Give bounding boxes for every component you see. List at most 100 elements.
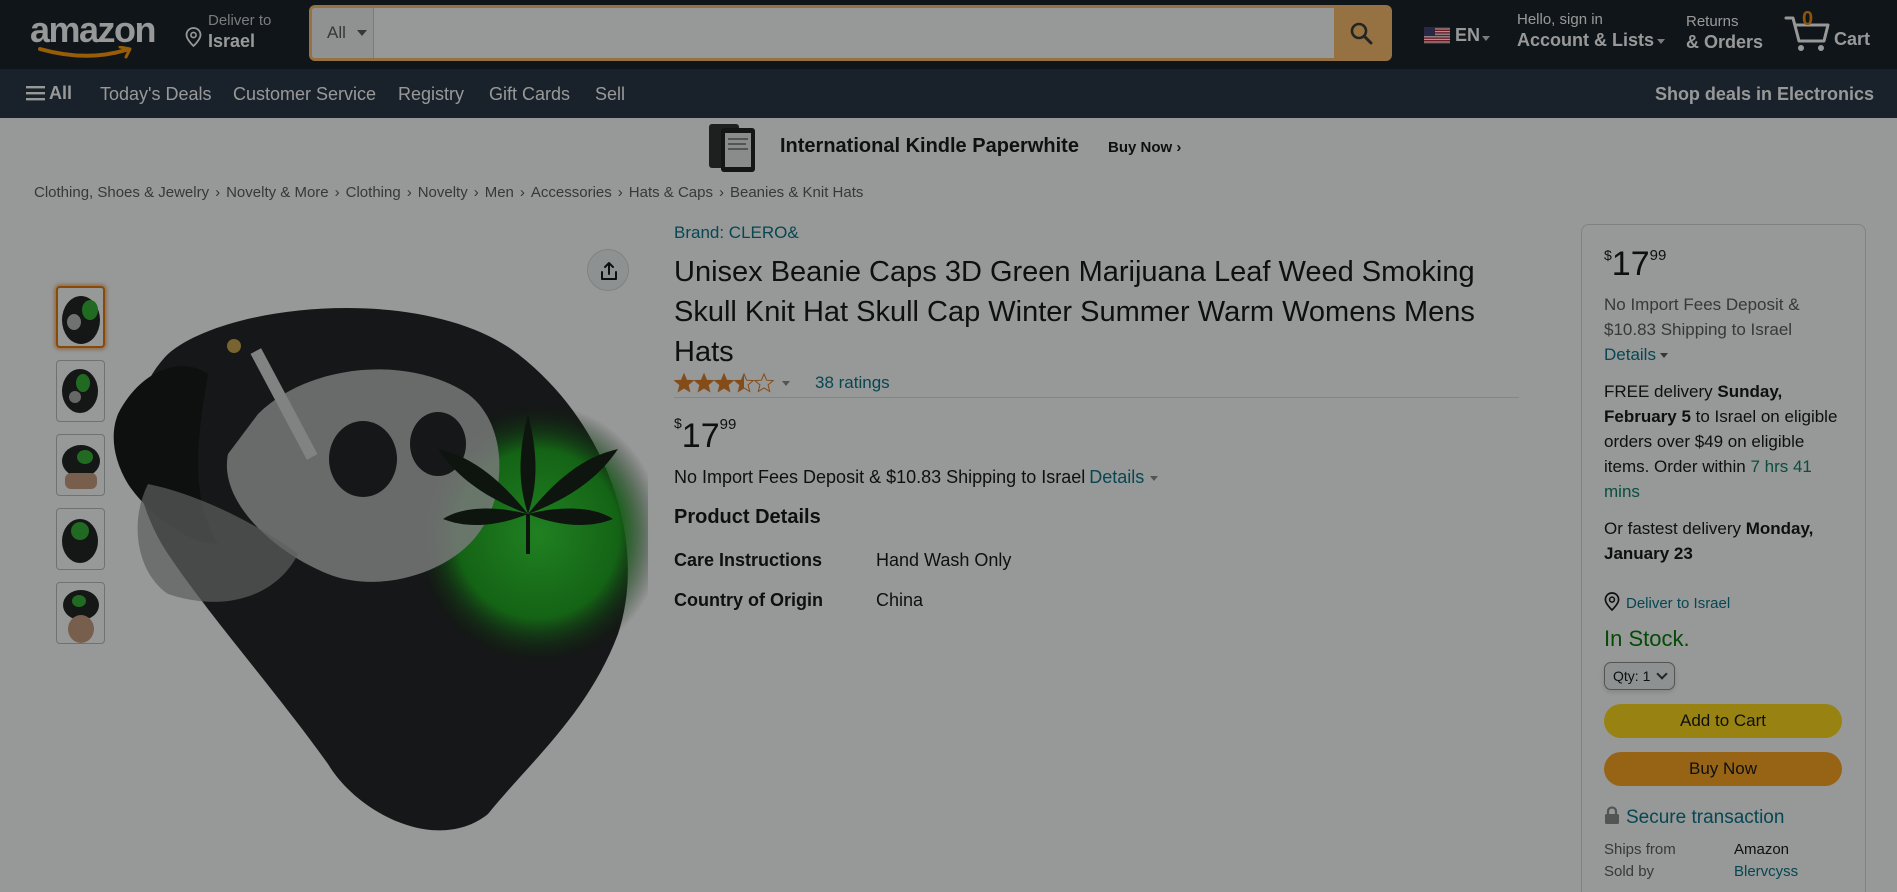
amazon-logo[interactable]: amazon — [30, 9, 157, 59]
nav-link-todays-deals[interactable]: Today's Deals — [100, 84, 212, 105]
beanie-thumbnail-image — [62, 296, 100, 344]
breadcrumb-item[interactable]: Novelty — [418, 184, 468, 201]
share-icon — [601, 262, 617, 280]
breadcrumb-item[interactable]: Clothing, Shoes & Jewelry — [34, 184, 209, 201]
thumbnail-4[interactable] — [56, 508, 105, 570]
main-product-image[interactable] — [108, 294, 648, 834]
brand-link[interactable]: Brand: CLERO& — [674, 223, 1519, 243]
fastest-prefix: Or fastest delivery — [1604, 519, 1746, 538]
beanie-thumbnail-image — [62, 369, 98, 413]
price-fraction: 99 — [719, 416, 737, 433]
search-bar: All — [309, 5, 1392, 61]
price-fraction: 99 — [1649, 247, 1667, 264]
deliver-to-label: Deliver to Israel — [1626, 595, 1731, 612]
top-nav: amazon Deliver to Israel All EN Hello, s… — [0, 0, 1897, 69]
search-button[interactable] — [1334, 8, 1389, 58]
chevron-down-icon[interactable] — [782, 381, 790, 386]
sold-by-label: Sold by — [1604, 863, 1655, 880]
account-lists-label: Account & Lists — [1517, 30, 1666, 51]
add-to-cart-button[interactable]: Add to Cart — [1604, 704, 1842, 738]
price-symbol: $ — [674, 415, 682, 431]
lock-icon — [1605, 806, 1619, 824]
breadcrumb-item[interactable]: Clothing — [346, 184, 401, 201]
detail-value: Hand Wash Only — [876, 550, 1012, 570]
star-icon — [734, 373, 754, 392]
nav-deals-electronics[interactable]: Shop deals in Electronics — [1655, 84, 1874, 105]
nav-link-customer-service[interactable]: Customer Service — [233, 84, 376, 105]
buy-box: $1799 No Import Fees Deposit & $10.83 Sh… — [1581, 224, 1866, 892]
breadcrumb-item[interactable]: Hats & Caps — [629, 184, 713, 201]
buybox-price: $1799 — [1604, 245, 1847, 284]
chevron-down-icon — [1659, 353, 1668, 359]
beanie-thumbnail-image — [62, 445, 100, 489]
search-category-label: All — [327, 23, 346, 42]
returns-label: Returns — [1686, 13, 1739, 30]
buy-now-button[interactable]: Buy Now — [1604, 752, 1842, 786]
thumbnail-1[interactable] — [56, 286, 105, 348]
delivery-info: FREE delivery Sunday, February 5 to Isra… — [1604, 379, 1847, 504]
nav-link-gift-cards[interactable]: Gift Cards — [489, 84, 570, 105]
secure-transaction[interactable]: Secure transaction — [1604, 806, 1847, 829]
breadcrumb-separator: › — [718, 184, 724, 201]
rating-row: 38 ratings — [674, 370, 1519, 398]
nav-link-sell[interactable]: Sell — [595, 84, 625, 105]
nav-link-registry[interactable]: Registry — [398, 84, 464, 105]
logo-text: amazon — [30, 9, 157, 50]
breadcrumb-separator: › — [406, 184, 412, 201]
product-title: Unisex Beanie Caps 3D Green Marijuana Le… — [674, 256, 1475, 368]
share-button[interactable] — [587, 249, 629, 291]
fastest-delivery: Or fastest delivery Monday, January 23 — [1604, 516, 1847, 566]
breadcrumb-item[interactable]: Beanies & Knit Hats — [730, 184, 863, 201]
chevron-down-icon — [1656, 668, 1669, 680]
all-menu-button[interactable]: All — [26, 83, 72, 104]
thumbnail-2[interactable] — [56, 360, 105, 422]
price-whole: 17 — [1611, 245, 1650, 283]
banner-buy-now[interactable]: Buy Now › — [1108, 139, 1181, 156]
search-icon — [1350, 22, 1373, 45]
price-whole: 17 — [681, 417, 720, 455]
sold-by-value[interactable]: Blervcyss — [1734, 863, 1798, 880]
import-fees: No Import Fees Deposit & $10.83 Shipping… — [674, 467, 1159, 488]
chevron-down-icon — [1482, 36, 1490, 41]
detail-row: Country of Origin China — [674, 590, 923, 611]
price-symbol: $ — [1604, 247, 1612, 263]
search-category-select[interactable]: All — [312, 8, 374, 58]
all-menu-label: All — [49, 83, 73, 103]
product-info: Brand: CLERO& Unisex Beanie Caps 3D Gree… — [674, 223, 1519, 610]
breadcrumb-separator: › — [334, 184, 340, 201]
chevron-down-icon — [1657, 38, 1666, 44]
thumbnail-3[interactable] — [56, 434, 105, 496]
orders-label: & Orders — [1686, 32, 1764, 52]
breadcrumb-item[interactable]: Accessories — [531, 184, 612, 201]
cart-button[interactable]: 0 Cart — [1784, 8, 1884, 58]
star-icon — [714, 373, 734, 392]
breadcrumb-item[interactable]: Novelty & More — [226, 184, 329, 201]
beanie-thumbnail-image — [62, 519, 98, 563]
breadcrumb-item[interactable]: Men — [485, 184, 514, 201]
qty-value: 1 — [1642, 668, 1651, 684]
language-code: EN — [1455, 25, 1481, 45]
breadcrumb-separator: › — [473, 184, 479, 201]
account-menu[interactable]: Hello, sign in Account & Lists — [1517, 11, 1666, 51]
logo-smile-icon — [38, 46, 132, 59]
buybox-details-link[interactable]: Details — [1604, 345, 1656, 364]
search-input[interactable] — [374, 8, 1334, 58]
chevron-down-icon — [357, 30, 367, 36]
quantity-select[interactable]: Qty: 1 — [1604, 662, 1676, 690]
location-pin-icon — [185, 27, 202, 47]
qty-label: Qty: — [1613, 668, 1639, 684]
detail-value: China — [876, 590, 924, 610]
star-icon — [694, 373, 714, 392]
returns-orders[interactable]: Returns & Orders — [1686, 13, 1763, 53]
quantity-row: Qty: 1 — [1604, 662, 1847, 690]
import-fees-text: No Import Fees Deposit & $10.83 Shipping… — [674, 467, 1086, 487]
breadcrumb-separator: › — [617, 184, 623, 201]
ratings-count-link[interactable]: 38 ratings — [815, 373, 890, 393]
fees-details-link[interactable]: Details — [1089, 467, 1144, 487]
sub-nav: All Today's Deals Customer Service Regis… — [0, 69, 1897, 118]
star-rating[interactable] — [674, 372, 778, 394]
secure-label: Secure transaction — [1626, 807, 1785, 828]
deliver-to-link[interactable]: Deliver to Israel — [1604, 592, 1847, 612]
thumbnail-5[interactable] — [56, 582, 105, 644]
kindle-device-image — [709, 124, 755, 172]
